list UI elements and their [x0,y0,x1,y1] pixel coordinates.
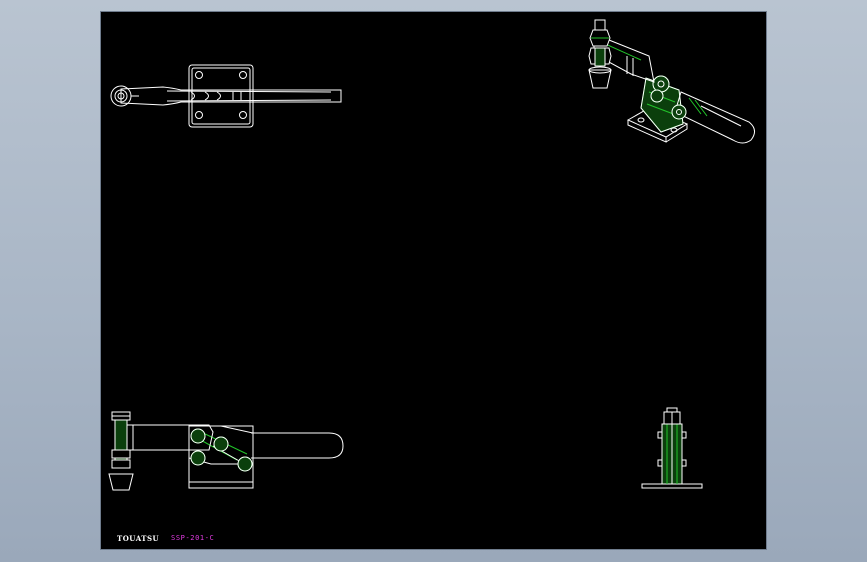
brand-label: TOUATSU [117,534,160,543]
drawing-sheet: TOUATSU SSP-201-C [101,12,766,549]
front-view [108,411,344,491]
side-view [641,407,703,489]
drawing-canvas [108,19,755,491]
part-number-label: SSP-201-C [171,534,215,542]
top-view [110,64,342,128]
isometric-view [588,19,755,144]
